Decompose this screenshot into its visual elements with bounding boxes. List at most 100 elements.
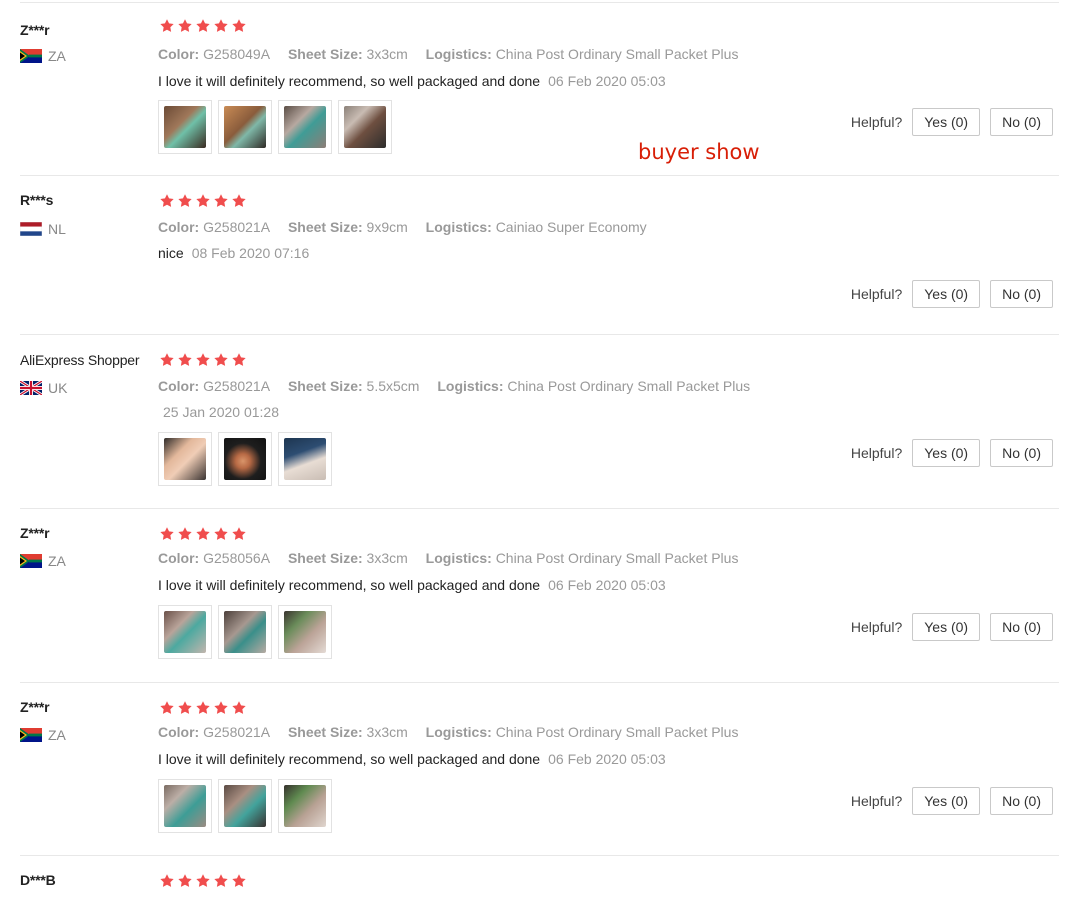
review-content: I love it will definitely recommend, so … bbox=[158, 751, 666, 767]
sku-attributes: Color: G258021A Sheet Size: 3x3cm Logist… bbox=[158, 724, 752, 740]
star-icon bbox=[214, 353, 228, 366]
helpful-no-button[interactable]: No (0) bbox=[990, 787, 1053, 815]
review-text: I love it will definitely recommend, so … bbox=[158, 577, 541, 593]
size-label: Sheet Size: bbox=[287, 724, 363, 740]
star-icon bbox=[232, 874, 246, 887]
review-text: I love it will definitely recommend, so … bbox=[158, 73, 541, 89]
star-icon bbox=[214, 874, 228, 887]
review-content: I love it will definitely recommend, so … bbox=[158, 73, 666, 89]
color-value: G258056A bbox=[203, 550, 271, 566]
helpful-yes-button[interactable]: Yes (0) bbox=[912, 280, 981, 308]
star-icon bbox=[214, 701, 228, 714]
logistics-label: Logistics: bbox=[425, 550, 492, 566]
helpful-yes-button[interactable]: Yes (0) bbox=[912, 108, 981, 136]
star-rating bbox=[159, 526, 247, 542]
review-content: nice 08 Feb 2020 07:16 bbox=[158, 245, 309, 261]
reviewer-name: R***s bbox=[20, 192, 54, 208]
color-value: G258049A bbox=[203, 46, 271, 62]
sku-attributes: Color: G258021A Sheet Size: 5.5x5cm Logi… bbox=[158, 378, 764, 394]
size-value: 5.5x5cm bbox=[366, 378, 420, 394]
helpful-yes-button[interactable]: Yes (0) bbox=[912, 439, 981, 467]
review-photo-thumbnail[interactable] bbox=[278, 100, 332, 154]
star-icon bbox=[160, 353, 174, 366]
review-content: 25 Jan 2020 01:28 bbox=[160, 404, 279, 420]
country-code: NL bbox=[48, 221, 66, 237]
color-value: G258021A bbox=[203, 219, 271, 235]
review-photo-thumbnail[interactable] bbox=[218, 779, 272, 833]
star-icon bbox=[160, 19, 174, 32]
reviewer-country: ZA bbox=[20, 48, 66, 64]
review-photo-thumbnail[interactable] bbox=[278, 605, 332, 659]
review-photo-thumbnail[interactable] bbox=[158, 100, 212, 154]
logistics-value: China Post Ordinary Small Packet Plus bbox=[495, 724, 739, 740]
review-date: 25 Jan 2020 01:28 bbox=[163, 404, 279, 420]
review-photo-thumbnail[interactable] bbox=[278, 432, 332, 486]
sku-attributes: Color: G258056A Sheet Size: 3x3cm Logist… bbox=[158, 550, 752, 566]
star-icon bbox=[232, 19, 246, 32]
review-item: Z***r ZA Color: G258021A Sheet Size: 3x3… bbox=[20, 683, 1059, 856]
star-icon bbox=[178, 527, 192, 540]
review-photos bbox=[158, 100, 392, 154]
star-rating bbox=[159, 700, 247, 716]
helpful-label: Helpful? bbox=[850, 793, 903, 809]
color-label: Color: bbox=[158, 46, 200, 62]
helpful-no-button[interactable]: No (0) bbox=[990, 108, 1053, 136]
helpful-no-button[interactable]: No (0) bbox=[990, 613, 1053, 641]
helpful-label: Helpful? bbox=[850, 445, 903, 461]
star-icon bbox=[196, 527, 210, 540]
review-photos bbox=[158, 605, 332, 659]
country-code: UK bbox=[48, 380, 68, 396]
review-photo-thumbnail[interactable] bbox=[158, 605, 212, 659]
star-icon bbox=[232, 353, 246, 366]
nl-flag-icon bbox=[20, 222, 42, 236]
color-label: Color: bbox=[158, 378, 200, 394]
star-rating bbox=[159, 352, 247, 368]
size-label: Sheet Size: bbox=[287, 46, 363, 62]
star-icon bbox=[178, 874, 192, 887]
review-date: 06 Feb 2020 05:03 bbox=[548, 577, 666, 593]
size-label: Sheet Size: bbox=[287, 219, 363, 235]
logistics-label: Logistics: bbox=[425, 219, 492, 235]
star-icon bbox=[160, 527, 174, 540]
size-label: Sheet Size: bbox=[287, 378, 363, 394]
helpful-label: Helpful? bbox=[850, 619, 903, 635]
helpful-yes-button[interactable]: Yes (0) bbox=[912, 613, 981, 641]
review-photo-thumbnail[interactable] bbox=[338, 100, 392, 154]
za-flag-icon bbox=[20, 728, 42, 742]
reviewer-name: AliExpress Shopper bbox=[20, 352, 140, 368]
review-photo-thumbnail[interactable] bbox=[158, 779, 212, 833]
logistics-value: China Post Ordinary Small Packet Plus bbox=[495, 46, 739, 62]
reviewer-country: ZA bbox=[20, 553, 66, 569]
star-rating bbox=[159, 193, 247, 209]
star-icon bbox=[160, 194, 174, 207]
logistics-label: Logistics: bbox=[425, 46, 492, 62]
review-photos bbox=[158, 432, 332, 486]
review-photo-thumbnail[interactable] bbox=[218, 432, 272, 486]
logistics-value: China Post Ordinary Small Packet Plus bbox=[507, 378, 751, 394]
logistics-value: Cainiao Super Economy bbox=[495, 219, 647, 235]
star-icon bbox=[160, 874, 174, 887]
reviewer-name: Z***r bbox=[20, 525, 50, 541]
review-photo-thumbnail[interactable] bbox=[278, 779, 332, 833]
review-date: 08 Feb 2020 07:16 bbox=[191, 245, 310, 261]
logistics-value: China Post Ordinary Small Packet Plus bbox=[495, 550, 739, 566]
star-icon bbox=[160, 701, 174, 714]
helpful-no-button[interactable]: No (0) bbox=[990, 280, 1053, 308]
reviewer-country: NL bbox=[20, 221, 66, 237]
review-photo-thumbnail[interactable] bbox=[218, 100, 272, 154]
reviewer-name: Z***r bbox=[20, 22, 50, 38]
za-flag-icon bbox=[20, 49, 42, 63]
top-divider bbox=[20, 2, 1059, 3]
helpful-no-button[interactable]: No (0) bbox=[990, 439, 1053, 467]
review-photo-thumbnail[interactable] bbox=[218, 605, 272, 659]
review-item: R***s NL Color: G258021A Sheet Size: 9x9… bbox=[20, 176, 1059, 335]
color-value: G258021A bbox=[203, 724, 271, 740]
color-label: Color: bbox=[158, 724, 200, 740]
star-icon bbox=[232, 194, 246, 207]
review-text: I love it will definitely recommend, so … bbox=[158, 751, 541, 767]
review-photo-thumbnail[interactable] bbox=[158, 432, 212, 486]
logistics-label: Logistics: bbox=[437, 378, 504, 394]
country-code: ZA bbox=[48, 553, 66, 569]
helpful-yes-button[interactable]: Yes (0) bbox=[912, 787, 981, 815]
star-icon bbox=[232, 701, 246, 714]
